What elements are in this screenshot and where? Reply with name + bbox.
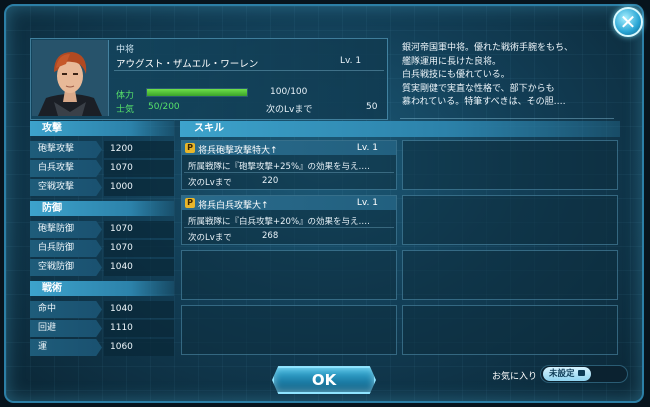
stat-row-evasion: 回避 1110 bbox=[30, 320, 174, 338]
close-icon: ✕ bbox=[619, 10, 637, 34]
stat-name: 砲撃防御 bbox=[30, 221, 102, 238]
skill-next-level-value: 268 bbox=[262, 231, 279, 241]
stat-row-accuracy: 命中 1040 bbox=[30, 301, 174, 319]
hp-bar bbox=[146, 88, 248, 97]
stat-name: 砲撃攻撃 bbox=[30, 141, 102, 158]
bio-line: 艦隊運用に長けた良将。 bbox=[402, 56, 502, 67]
skill-next-level-value: 220 bbox=[262, 176, 279, 186]
stat-value: 1070 bbox=[104, 160, 174, 177]
stat-value: 1200 bbox=[104, 141, 174, 158]
skill-slot[interactable]: P 将兵砲撃攻撃特大↑ Lv. 1 所属戦隊に『砲撃攻撃+25%』の効果を与え‥… bbox=[181, 140, 397, 190]
favorite-state-pill: 未設定 bbox=[543, 367, 591, 381]
stat-name: 空戦防御 bbox=[30, 259, 102, 276]
hp-value: 100/100 bbox=[270, 87, 308, 97]
ok-button[interactable]: OK bbox=[272, 366, 376, 394]
next-level-value: 50 bbox=[366, 102, 378, 112]
stat-row-luck: 運 1060 bbox=[30, 339, 174, 357]
skill-title-bar: P 将兵白兵攻撃大↑ Lv. 1 bbox=[182, 196, 396, 211]
skill-level: Lv. 1 bbox=[356, 198, 378, 208]
skill-slot-empty[interactable] bbox=[402, 195, 618, 245]
stat-value: 1070 bbox=[104, 240, 174, 257]
bio-line: 慕われている。特筆すべきは、その胆‥‥ bbox=[402, 97, 566, 107]
skill-next-level-label: 次のLvまで bbox=[188, 233, 232, 243]
bio-line: 白兵戦技にも優れている。 bbox=[402, 70, 510, 80]
morale-value: 50/200 bbox=[148, 102, 180, 112]
bio-line: 銀河帝国軍中将。優れた戦術手腕をもち、 bbox=[402, 43, 574, 53]
skill-name: 将兵白兵攻撃大↑ bbox=[198, 201, 269, 211]
stat-value: 1040 bbox=[104, 301, 174, 318]
stat-name: 空戦攻撃 bbox=[30, 179, 102, 196]
defense-section-title: 防御 bbox=[30, 201, 174, 216]
skill-slot-empty[interactable] bbox=[181, 305, 397, 355]
skill-description: 所属戦隊に『砲撃攻撃+25%』の効果を与え‥‥ bbox=[188, 162, 370, 172]
stat-name: 運 bbox=[30, 339, 102, 356]
close-button[interactable]: ✕ bbox=[613, 7, 643, 37]
hp-label: 体力 bbox=[116, 91, 135, 101]
passive-skill-icon: P bbox=[185, 143, 195, 153]
stat-value: 1060 bbox=[104, 339, 174, 356]
stat-name: 白兵防御 bbox=[30, 240, 102, 257]
stat-value: 1040 bbox=[104, 259, 174, 276]
character-name: アウグスト・ザムエル・ワーレン bbox=[116, 59, 259, 70]
skill-name: 将兵砲撃攻撃特大↑ bbox=[198, 146, 278, 156]
stat-row-melee-attack: 白兵攻撃 1070 bbox=[30, 160, 174, 178]
skills-section-title: スキル bbox=[180, 121, 620, 137]
stat-row-melee-defense: 白兵防御 1070 bbox=[30, 240, 174, 258]
tactics-section-title: 戦術 bbox=[30, 281, 174, 296]
stat-row-artillery-attack: 砲撃攻撃 1200 bbox=[30, 141, 174, 159]
attack-section-title: 攻撃 bbox=[30, 121, 174, 136]
passive-skill-icon: P bbox=[185, 198, 195, 208]
stat-name: 回避 bbox=[30, 320, 102, 337]
stat-row-artillery-defense: 砲撃防御 1070 bbox=[30, 221, 174, 239]
skill-next-level-label: 次のLvまで bbox=[188, 178, 232, 188]
morale-label: 士気 bbox=[116, 105, 135, 115]
portrait-image bbox=[32, 40, 108, 116]
skill-divider bbox=[184, 227, 394, 228]
skill-slot-empty[interactable] bbox=[181, 250, 397, 300]
stat-row-air-defense: 空戦防御 1040 bbox=[30, 259, 174, 277]
favorite-state-text: 未設定 bbox=[549, 369, 575, 379]
next-level-label: 次のLvまで bbox=[266, 105, 313, 115]
favorite-label: お気に入り bbox=[492, 372, 538, 382]
favorite-toggle[interactable]: 未設定 bbox=[540, 365, 628, 383]
character-level: Lv. 1 bbox=[340, 56, 362, 66]
character-rank: 中将 bbox=[116, 45, 135, 55]
bio-divider bbox=[400, 118, 614, 119]
stat-value: 1070 bbox=[104, 221, 174, 238]
character-biography: 銀河帝国軍中将。優れた戦術手腕をもち、 艦隊運用に長けた良将。 白兵戦技にも優れ… bbox=[402, 42, 612, 110]
skill-divider bbox=[184, 172, 394, 173]
name-divider bbox=[114, 70, 384, 71]
skill-level: Lv. 1 bbox=[356, 143, 378, 153]
skill-description: 所属戦隊に『白兵攻撃+20%』の効果を与え‥‥ bbox=[188, 217, 370, 227]
lock-icon bbox=[577, 370, 585, 376]
skill-slot-empty[interactable] bbox=[402, 140, 618, 190]
stat-name: 命中 bbox=[30, 301, 102, 318]
skill-slot-empty[interactable] bbox=[402, 305, 618, 355]
stat-row-air-attack: 空戦攻撃 1000 bbox=[30, 179, 174, 197]
hp-bar-fill bbox=[147, 89, 247, 96]
skill-slot[interactable]: P 将兵白兵攻撃大↑ Lv. 1 所属戦隊に『白兵攻撃+20%』の効果を与え‥‥… bbox=[181, 195, 397, 245]
stat-name: 白兵攻撃 bbox=[30, 160, 102, 177]
bio-line: 質実剛健で実直な性格で、部下からも bbox=[402, 83, 555, 94]
skill-slot-empty[interactable] bbox=[402, 250, 618, 300]
stat-value: 1110 bbox=[104, 320, 174, 337]
stat-value: 1000 bbox=[104, 179, 174, 196]
character-portrait bbox=[32, 40, 109, 116]
skill-title-bar: P 将兵砲撃攻撃特大↑ Lv. 1 bbox=[182, 141, 396, 156]
